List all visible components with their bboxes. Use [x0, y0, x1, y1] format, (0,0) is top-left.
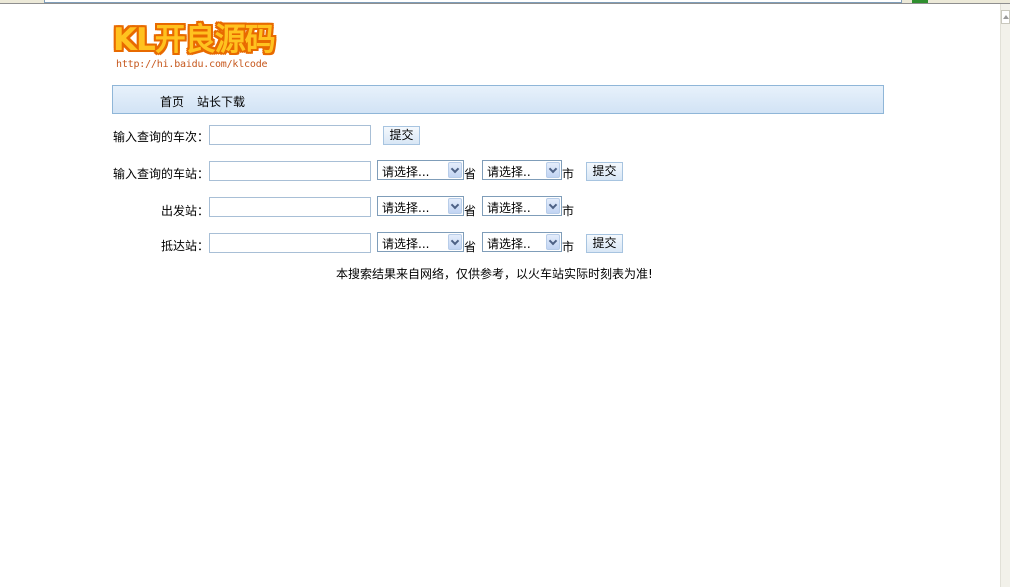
departure-city-select[interactable]: 请选择.. — [482, 196, 562, 216]
city-unit: 市 — [562, 167, 575, 181]
select-value: 请选择.. — [487, 237, 531, 251]
select-value: 请选择.. — [487, 165, 531, 179]
province-unit: 省 — [464, 204, 477, 218]
train-submit-button[interactable]: 提交 — [383, 126, 420, 145]
chevron-down-icon[interactable] — [546, 234, 560, 250]
train-number-label: 输入查询的车次： — [113, 130, 210, 144]
station-province-select[interactable]: 请选择... — [377, 160, 464, 180]
station-submit-button[interactable]: 提交 — [586, 162, 623, 181]
address-field[interactable] — [44, 0, 902, 3]
scroll-up-button[interactable] — [1001, 10, 1010, 24]
nav-bar: 首页 站长下载 — [112, 85, 884, 114]
route-submit-button[interactable]: 提交 — [586, 234, 623, 253]
chevron-down-icon[interactable] — [546, 162, 560, 178]
nav-link-downloads[interactable]: 站长下载 — [197, 93, 245, 110]
departure-label: 出发站： — [161, 204, 210, 218]
city-unit: 市 — [562, 240, 575, 254]
departure-province-select[interactable]: 请选择... — [377, 196, 464, 216]
province-unit: 省 — [464, 240, 477, 254]
select-value: 请选择.. — [487, 201, 531, 215]
station-input[interactable] — [209, 161, 371, 181]
chevron-down-icon[interactable] — [546, 198, 560, 214]
browser-address-bar — [0, 0, 1010, 4]
chevron-down-icon[interactable] — [448, 198, 462, 214]
scroll-up-icon — [1003, 15, 1009, 19]
logo-url: http://hi.baidu.com/klcode — [116, 59, 268, 70]
train-number-input[interactable] — [209, 125, 371, 145]
departure-input[interactable] — [209, 197, 371, 217]
arrival-province-select[interactable]: 请选择... — [377, 232, 464, 252]
site-logo[interactable]: KL开良源码 http://hi.baidu.com/klcode — [113, 20, 283, 74]
select-value: 请选择... — [382, 237, 430, 251]
select-value: 请选择... — [382, 201, 430, 215]
disclaimer-text: 本搜索结果来自网络，仅供参考，以火车站实际时刻表为准! — [336, 267, 653, 281]
arrival-label: 抵达站： — [161, 239, 210, 253]
chevron-down-icon[interactable] — [448, 162, 462, 178]
station-city-select[interactable]: 请选择.. — [482, 160, 562, 180]
nav-link-home[interactable]: 首页 — [160, 93, 184, 110]
arrival-input[interactable] — [209, 233, 371, 253]
logo-text: KL开良源码 — [113, 22, 276, 58]
select-value: 请选择... — [382, 165, 430, 179]
go-icon[interactable] — [912, 0, 928, 3]
chevron-down-icon[interactable] — [448, 234, 462, 250]
arrival-city-select[interactable]: 请选择.. — [482, 232, 562, 252]
station-label: 输入查询的车站： — [113, 167, 210, 181]
city-unit: 市 — [562, 204, 575, 218]
vertical-scrollbar[interactable] — [1000, 4, 1010, 587]
province-unit: 省 — [464, 167, 477, 181]
